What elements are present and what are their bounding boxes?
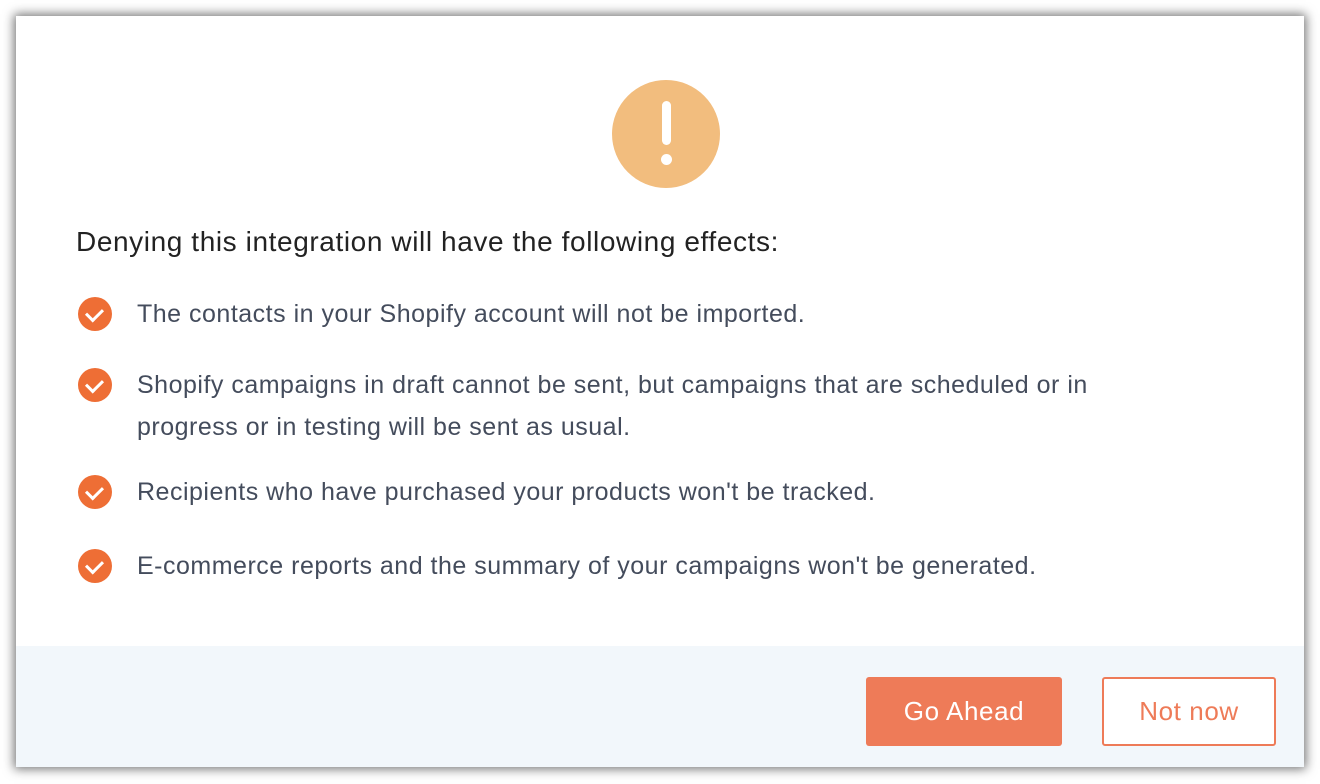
deny-integration-dialog: Denying this integration will have the f…	[16, 16, 1304, 767]
effect-text: E-commerce reports and the summary of yo…	[137, 552, 1037, 580]
check-circle-icon	[78, 368, 112, 402]
check-circle-icon	[78, 297, 112, 331]
effect-text: The contacts in your Shopify account wil…	[137, 300, 806, 328]
effect-text: Shopify campaigns in draft cannot be sen…	[137, 371, 1088, 441]
effect-item: Recipients who have purchased your produ…	[78, 471, 1177, 513]
effect-item: Shopify campaigns in draft cannot be sen…	[78, 364, 1177, 448]
not-now-button[interactable]: Not now	[1102, 677, 1276, 746]
effect-item: The contacts in your Shopify account wil…	[78, 293, 1177, 335]
check-circle-icon	[78, 549, 112, 583]
effect-text: Recipients who have purchased your produ…	[137, 478, 876, 506]
check-circle-icon	[78, 475, 112, 509]
effect-item: E-commerce reports and the summary of yo…	[78, 545, 1177, 587]
go-ahead-button[interactable]: Go Ahead	[866, 677, 1062, 746]
dialog-heading: Denying this integration will have the f…	[76, 226, 779, 257]
warning-exclamation-icon	[612, 80, 720, 188]
